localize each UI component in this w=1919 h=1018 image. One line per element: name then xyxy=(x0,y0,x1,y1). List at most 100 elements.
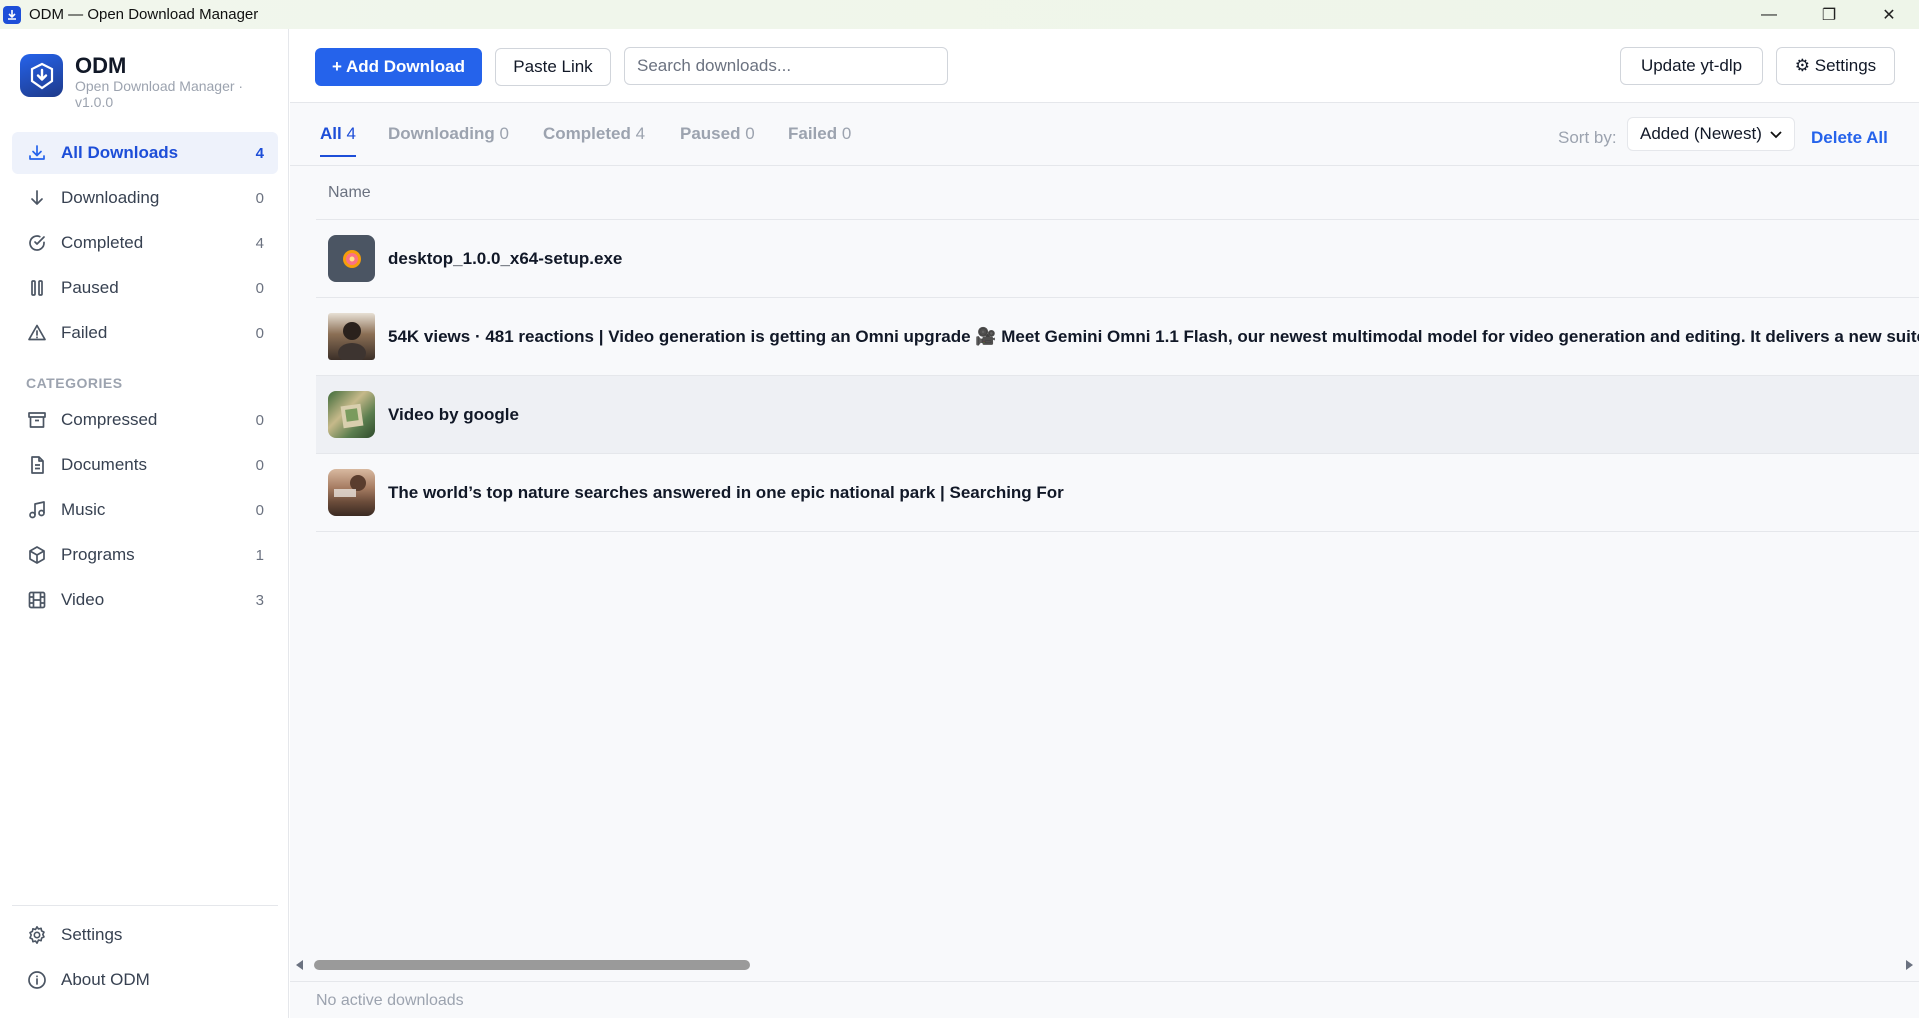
tab-count: 4 xyxy=(635,124,646,143)
search-input[interactable] xyxy=(624,47,948,85)
tab-failed[interactable]: Failed 0 xyxy=(788,124,851,157)
sidebar-item-label: Downloading xyxy=(61,188,160,207)
tab-label: Failed xyxy=(788,124,838,143)
title-bar: ODM — Open Download Manager — ❐ ✕ xyxy=(0,0,1919,29)
table-row[interactable]: The world’s top nature searches answered… xyxy=(316,454,1919,532)
sort-value: Added (Newest) xyxy=(1640,124,1762,143)
download-name: 54K views · 481 reactions | Video genera… xyxy=(388,326,1919,346)
main-panel: + Add Download Paste Link Update yt-dlp … xyxy=(290,29,1919,1018)
sidebar-item-failed[interactable]: Failed 0 xyxy=(12,312,278,354)
scroll-right-icon[interactable] xyxy=(1906,960,1913,970)
sidebar-item-downloading[interactable]: Downloading 0 xyxy=(12,177,278,219)
music-note-icon xyxy=(26,499,48,521)
tab-count: 0 xyxy=(841,124,852,143)
sidebar-item-label: All Downloads xyxy=(61,143,179,162)
brand: ODM Open Download Manager · v1.0.0 xyxy=(20,54,255,110)
sidebar-item-label: Programs xyxy=(61,545,135,564)
sidebar-item-count: 0 xyxy=(255,189,264,207)
close-window-button[interactable]: ✕ xyxy=(1859,0,1919,29)
paste-link-button[interactable]: Paste Link xyxy=(495,48,611,86)
update-ytdlp-button[interactable]: Update yt-dlp xyxy=(1620,47,1763,85)
gear-icon xyxy=(26,924,48,946)
horizontal-scrollbar[interactable] xyxy=(290,958,1919,972)
status-tabs: All 4 Downloading 0 Completed 4 Paused 0… xyxy=(290,104,1919,166)
sidebar-item-count: 0 xyxy=(255,411,264,429)
video-thumbnail xyxy=(328,313,375,360)
sidebar-item-music[interactable]: Music 0 xyxy=(12,489,278,531)
check-circle-icon xyxy=(26,232,48,254)
archive-icon xyxy=(26,409,48,431)
tab-downloading[interactable]: Downloading 0 xyxy=(388,124,509,157)
sidebar-item-count: 1 xyxy=(255,546,264,564)
categories-heading: CATEGORIES xyxy=(26,375,123,391)
sidebar-item-label: Settings xyxy=(61,925,123,944)
sidebar-item-about[interactable]: About ODM xyxy=(12,959,278,1001)
brand-subtitle: Open Download Manager · v1.0.0 xyxy=(75,78,244,110)
odm-logo xyxy=(20,54,63,97)
download-tray-icon xyxy=(26,142,48,164)
sidebar: ODM Open Download Manager · v1.0.0 All D… xyxy=(0,29,289,1018)
restore-button[interactable]: ❐ xyxy=(1799,0,1859,29)
tab-label: Completed xyxy=(543,124,631,143)
info-icon xyxy=(26,969,48,991)
minimize-button[interactable]: — xyxy=(1739,0,1799,29)
sidebar-item-label: Paused xyxy=(61,278,119,297)
sidebar-item-label: Completed xyxy=(61,233,144,252)
delete-all-button[interactable]: Delete All xyxy=(1811,128,1888,148)
film-icon xyxy=(26,589,48,611)
tab-count: 4 xyxy=(346,124,356,143)
sidebar-item-label: Failed xyxy=(61,323,108,342)
tab-label: Downloading xyxy=(388,124,495,143)
status-text: No active downloads xyxy=(316,992,464,1009)
sidebar-item-label: About ODM xyxy=(61,970,150,989)
sidebar-item-label: Documents xyxy=(61,455,147,474)
minimize-icon: — xyxy=(1761,5,1777,23)
sidebar-item-paused[interactable]: Paused 0 xyxy=(12,267,278,309)
scroll-left-icon[interactable] xyxy=(296,960,303,970)
close-icon: ✕ xyxy=(1882,6,1896,24)
sidebar-item-count: 0 xyxy=(255,456,264,474)
package-icon xyxy=(26,544,48,566)
document-icon xyxy=(26,454,48,476)
download-name: The world’s top nature searches answered… xyxy=(388,482,1064,502)
sidebar-item-label: Compressed xyxy=(61,410,158,429)
brand-name: ODM xyxy=(75,53,127,78)
tab-label: All xyxy=(320,124,342,143)
toolbar: + Add Download Paste Link Update yt-dlp … xyxy=(290,29,1919,103)
tab-completed[interactable]: Completed 4 xyxy=(543,124,645,157)
table-row[interactable]: 54K views · 481 reactions | Video genera… xyxy=(316,298,1919,376)
arrow-down-icon xyxy=(26,187,48,209)
scrollbar-thumb[interactable] xyxy=(314,960,750,970)
sidebar-item-label: Video xyxy=(61,590,105,609)
sidebar-item-programs[interactable]: Programs 1 xyxy=(12,534,278,576)
sidebar-item-all-downloads[interactable]: All Downloads 4 xyxy=(12,132,278,174)
table-row[interactable]: Video by google xyxy=(316,376,1919,454)
tab-paused[interactable]: Paused 0 xyxy=(680,124,755,157)
settings-button[interactable]: ⚙ Settings xyxy=(1776,47,1895,85)
sidebar-nav: All Downloads 4 Downloading 0 Completed … xyxy=(12,132,278,624)
restore-icon: ❐ xyxy=(1821,6,1837,24)
sort-select[interactable]: Added (Newest) xyxy=(1627,117,1795,151)
sidebar-item-count: 0 xyxy=(255,279,264,297)
downloads-table: Name desktop_1.0.0_x64-setup.exe 54K vie… xyxy=(316,166,1919,532)
tab-count: 0 xyxy=(499,124,509,143)
window-title: ODM — Open Download Manager xyxy=(29,6,259,23)
table-row[interactable]: desktop_1.0.0_x64-setup.exe xyxy=(316,220,1919,298)
video-thumbnail xyxy=(328,469,375,516)
add-download-button[interactable]: + Add Download xyxy=(315,48,482,86)
sidebar-item-count: 4 xyxy=(255,234,264,252)
sidebar-item-completed[interactable]: Completed 4 xyxy=(12,222,278,264)
sidebar-item-video[interactable]: Video 3 xyxy=(12,579,278,621)
sidebar-footer: Settings About ODM xyxy=(12,905,278,1004)
warning-triangle-icon xyxy=(26,322,48,344)
sidebar-item-count: 0 xyxy=(255,324,264,342)
sidebar-item-settings[interactable]: Settings xyxy=(12,914,278,956)
sidebar-item-label: Music xyxy=(61,500,106,519)
column-header-name[interactable]: Name xyxy=(316,166,1919,220)
pause-icon xyxy=(26,277,48,299)
tab-all[interactable]: All 4 xyxy=(320,124,356,157)
download-name: Video by google xyxy=(388,404,519,424)
sidebar-item-compressed[interactable]: Compressed 0 xyxy=(12,399,278,441)
sidebar-item-documents[interactable]: Documents 0 xyxy=(12,444,278,486)
download-name: desktop_1.0.0_x64-setup.exe xyxy=(388,248,623,268)
